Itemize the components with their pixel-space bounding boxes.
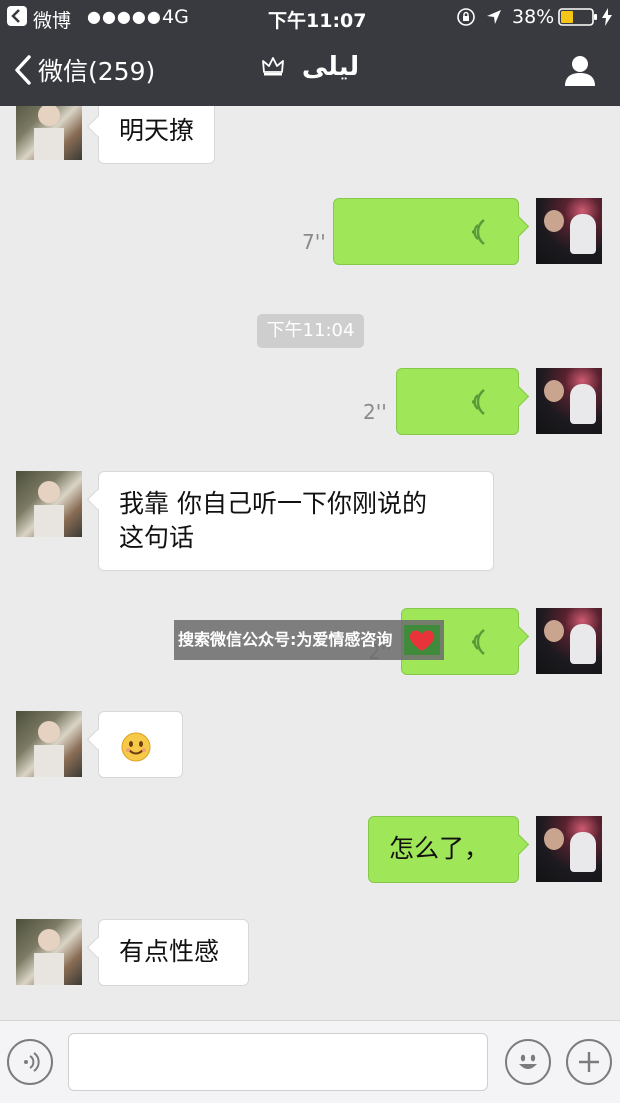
plus-icon[interactable] bbox=[566, 1039, 612, 1085]
chat-area[interactable]: 明天撩 7'' 下午11:04 2'' 我靠 你自己听一下你刚说的 这句话 2'… bbox=[0, 106, 620, 1020]
network-type: 4G bbox=[162, 6, 189, 28]
contact-avatar[interactable] bbox=[16, 106, 82, 160]
voice-wave-icon bbox=[472, 219, 485, 245]
location-arrow-icon bbox=[486, 8, 502, 30]
contact-avatar[interactable] bbox=[16, 471, 82, 537]
message-bubble[interactable] bbox=[98, 711, 183, 778]
battery-icon bbox=[558, 8, 598, 31]
voice-input-icon[interactable] bbox=[7, 1039, 53, 1085]
message-text: 明天撩 bbox=[119, 116, 195, 145]
charging-bolt-icon bbox=[602, 8, 612, 31]
chat-header: 微信(259) ليلى bbox=[0, 34, 620, 106]
message-input[interactable] bbox=[68, 1033, 488, 1091]
contact-name: ليلى bbox=[301, 52, 360, 82]
watermark-text: 搜索微信公众号:为爱情感咨询 bbox=[178, 630, 393, 649]
message-bubble[interactable]: 我靠 你自己听一下你刚说的 这句话 bbox=[98, 471, 494, 571]
emoji-icon[interactable] bbox=[505, 1039, 551, 1085]
message-bubble[interactable]: 有点性感 bbox=[98, 919, 249, 986]
status-bar: 微博 ●●●●● 4G 下午11:07 38% bbox=[0, 0, 620, 34]
my-avatar[interactable] bbox=[536, 198, 602, 264]
back-to-app-icon[interactable] bbox=[7, 6, 27, 31]
message-text: 怎么了， bbox=[389, 834, 490, 863]
smile-emoji bbox=[121, 732, 151, 762]
status-time: 下午11:07 bbox=[268, 10, 367, 32]
back-app-label[interactable]: 微博 bbox=[33, 6, 71, 33]
my-avatar[interactable] bbox=[536, 608, 602, 674]
input-bar bbox=[0, 1020, 620, 1103]
message-bubble[interactable]: 怎么了， bbox=[368, 816, 519, 883]
heart-icon bbox=[404, 625, 440, 655]
watermark-overlay: 搜索微信公众号:为爱情感咨询 bbox=[174, 620, 444, 660]
signal-strength: ●●●●● bbox=[87, 7, 162, 26]
voice-message-bubble[interactable] bbox=[396, 368, 519, 435]
my-avatar[interactable] bbox=[536, 368, 602, 434]
message-text-line: 我靠 你自己听一下你刚说的 bbox=[119, 489, 427, 518]
contact-avatar[interactable] bbox=[16, 711, 82, 777]
voice-wave-icon bbox=[472, 629, 485, 655]
crown-icon bbox=[261, 56, 292, 81]
rotation-lock-icon bbox=[456, 7, 476, 32]
voice-message-bubble[interactable] bbox=[333, 198, 519, 265]
person-icon[interactable] bbox=[562, 52, 598, 88]
battery-percent: 38% bbox=[512, 6, 555, 28]
voice-duration: 2'' bbox=[363, 400, 387, 424]
message-bubble[interactable]: 明天撩 bbox=[98, 106, 216, 164]
voice-wave-icon bbox=[472, 389, 485, 415]
message-text-line: 这句话 bbox=[119, 523, 195, 552]
message-text: 有点性感 bbox=[119, 937, 220, 966]
voice-duration: 7'' bbox=[302, 230, 326, 254]
contact-avatar[interactable] bbox=[16, 919, 82, 985]
my-avatar[interactable] bbox=[536, 816, 602, 882]
time-divider: 下午11:04 bbox=[257, 314, 364, 348]
chat-title: ليلى bbox=[0, 52, 620, 82]
